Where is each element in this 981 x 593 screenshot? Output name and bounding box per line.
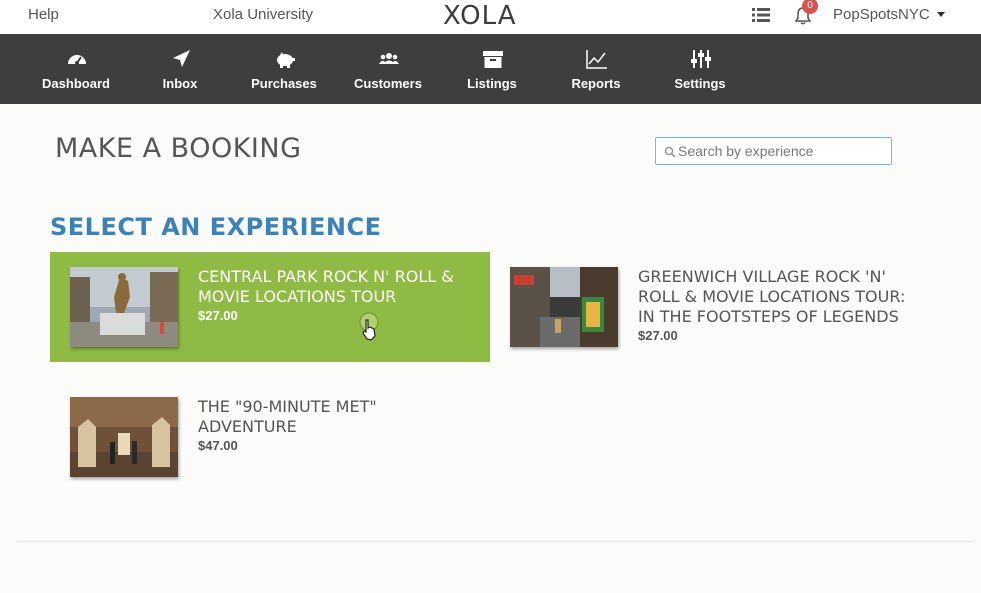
notification-badge[interactable]: 0 [802, 0, 818, 14]
main-nav: Dashboard Inbox Purchases Customers List… [0, 34, 981, 104]
nav-label: Settings [674, 76, 726, 91]
nav-label: Purchases [251, 76, 317, 91]
experience-info: GREENWICH VILLAGE ROCK 'N' ROLL & MOVIE … [638, 267, 918, 345]
archive-box-icon [483, 51, 503, 68]
list-icon[interactable] [752, 7, 770, 23]
experience-price: $27.00 [198, 308, 238, 323]
organization-link[interactable]: Xola University [213, 6, 313, 23]
search-box[interactable] [655, 137, 892, 165]
users-icon [379, 53, 399, 64]
nav-label: Inbox [162, 76, 198, 91]
sliders-icon [691, 50, 711, 68]
experience-card-central-park[interactable]: CENTRAL PARK ROCK N' ROLL & MOVIE LOCATI… [50, 252, 490, 362]
line-chart-icon [586, 50, 607, 69]
top-bar: Help Xola University XOLA 0 PopSpotsNYC [0, 0, 981, 34]
experience-name: GREENWICH VILLAGE ROCK 'N' ROLL & MOVIE … [638, 267, 906, 326]
speedometer-icon [68, 55, 86, 65]
nav-label: Reports [571, 76, 621, 91]
nav-reports[interactable]: Reports [544, 34, 648, 104]
experience-price: $27.00 [638, 328, 678, 343]
nav-dashboard[interactable]: Dashboard [24, 34, 128, 104]
paper-plane-icon [173, 50, 190, 67]
experience-info: CENTRAL PARK ROCK N' ROLL & MOVIE LOCATI… [198, 267, 478, 325]
experience-price: $47.00 [198, 438, 238, 453]
experience-name: CENTRAL PARK ROCK N' ROLL & MOVIE LOCATI… [198, 267, 454, 306]
hand-cursor-icon [359, 312, 379, 341]
section-title: SELECT AN EXPERIENCE [50, 213, 382, 241]
search-input[interactable] [678, 141, 883, 161]
chevron-down-icon[interactable] [937, 12, 945, 17]
nav-purchases[interactable]: Purchases [232, 34, 336, 104]
experience-info: THE "90-MINUTE MET" ADVENTURE $47.00 [198, 397, 478, 455]
nav-label: Customers [354, 76, 422, 91]
nav-label: Dashboard [42, 76, 110, 91]
account-menu[interactable]: PopSpotsNYC [833, 6, 930, 23]
page-title: MAKE A BOOKING [55, 133, 302, 164]
search-icon [664, 146, 676, 158]
nav-inbox[interactable]: Inbox [128, 34, 232, 104]
experience-card-met[interactable]: THE "90-MINUTE MET" ADVENTURE $47.00 [50, 382, 490, 492]
experience-thumbnail [70, 267, 178, 347]
experience-thumbnail [70, 397, 178, 477]
help-link[interactable]: Help [28, 6, 59, 23]
nav-customers[interactable]: Customers [336, 34, 440, 104]
experience-name: THE "90-MINUTE MET" ADVENTURE [198, 397, 377, 436]
experience-thumbnail [510, 267, 618, 347]
nav-listings[interactable]: Listings [440, 34, 544, 104]
nav-label: Listings [467, 76, 517, 91]
nav-settings[interactable]: Settings [648, 34, 752, 104]
divider [18, 541, 973, 542]
experience-card-greenwich-village[interactable]: GREENWICH VILLAGE ROCK 'N' ROLL & MOVIE … [490, 252, 930, 362]
xola-logo[interactable]: XOLA [443, 1, 516, 31]
piggy-bank-icon [277, 52, 295, 68]
